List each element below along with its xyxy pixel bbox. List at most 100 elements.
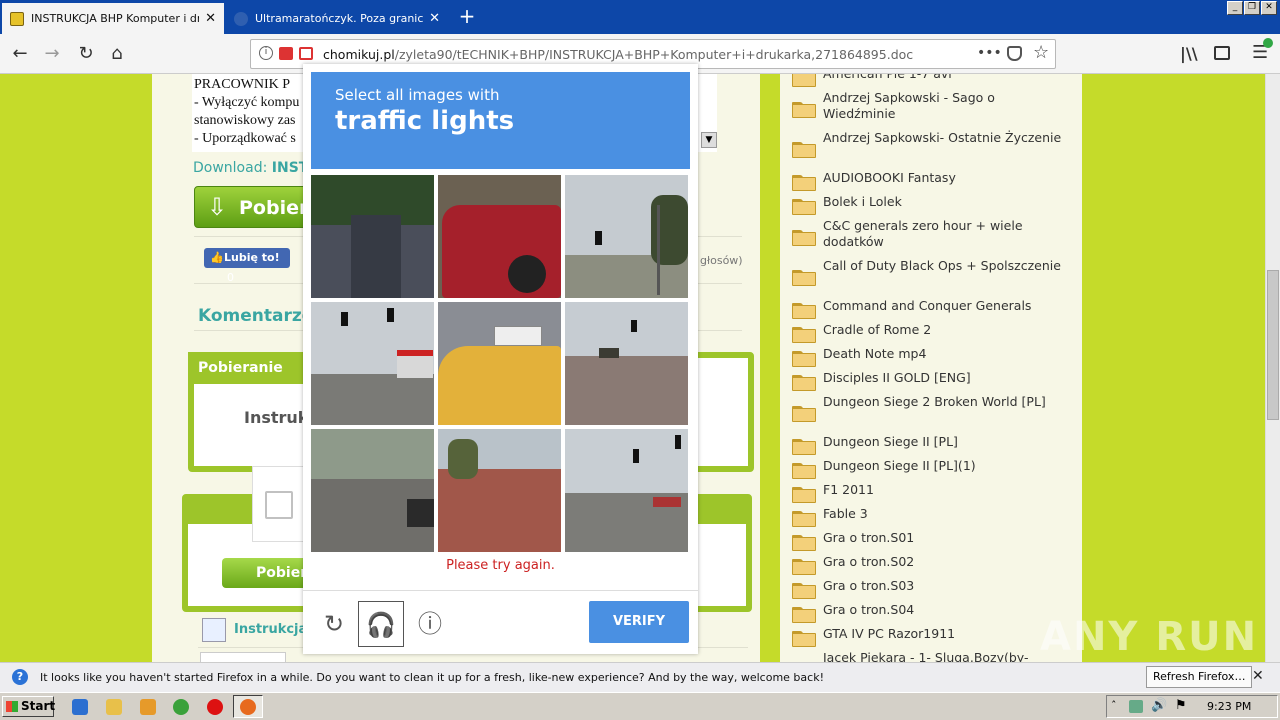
tab-title: Ultramaratończyk. Poza granicami [255,12,424,25]
folder-icon [792,74,816,87]
folder-item[interactable]: C&C generals zero hour + wiele dodatków [780,218,1082,258]
maximize-button[interactable]: ❐ [1244,1,1260,15]
folder-item[interactable]: Dungeon Siege II [PL] [780,434,1082,458]
sidebar-icon[interactable] [1214,46,1230,60]
volume-icon[interactable]: 🔊 [1151,698,1167,713]
folder-icon [792,301,816,319]
home-button[interactable]: ⌂ [103,40,131,68]
new-tab-button[interactable]: + [455,4,479,30]
captcha-error: Please try again. [446,558,555,573]
folder-item[interactable]: GTA IV PC Razor1911 [780,626,1082,650]
page-scrollbar[interactable] [1265,74,1280,662]
folder-item[interactable]: Command and Conquer Generals [780,298,1082,322]
folder-icon [792,173,816,191]
facebook-like-button[interactable]: 👍 Lubię to! 0 [204,248,290,284]
folder-item[interactable]: Dungeon Siege II [PL](1) [780,458,1082,482]
folder-label: GTA IV PC Razor1911 [823,626,956,641]
url-text: chomikuj.pl/zyleta90/tECHNIK+BHP/INSTRUK… [323,47,913,62]
folder-item[interactable]: Disciples II GOLD [ENG] [780,370,1082,394]
checkbox-card [252,466,306,542]
captcha-tile-3[interactable] [565,175,688,298]
folder-item[interactable]: Andrzej Sapkowski- Ostatnie Życzenie [780,130,1082,170]
network-icon[interactable] [1129,700,1143,713]
votes-text: głosów) [700,254,743,267]
folder-icon [792,325,816,343]
firefox-icon [240,699,256,715]
info-icon[interactable]: i [259,46,273,60]
audio-challenge-icon[interactable]: 🎧 [358,601,404,647]
library-icon[interactable]: |\\ [1180,44,1198,63]
captcha-tile-9[interactable] [565,429,688,552]
clock: 9:23 PM [1207,700,1252,713]
folder-item[interactable]: Gra o tron.S01 [780,530,1082,554]
insecure-lock-icon[interactable] [299,47,313,60]
chrome-icon[interactable] [173,699,189,715]
folder-icon [792,437,816,455]
start-button[interactable]: Start [2,696,55,717]
preview-scroll-down[interactable]: ▼ [701,132,717,148]
folder-item[interactable]: Andrzej Sapkowski - Sago o Wiedźminie [780,90,1082,130]
refresh-firefox-button[interactable]: Refresh Firefox… [1146,666,1253,688]
folder-item[interactable]: Cradle of Rome 2 [780,322,1082,346]
pocket-icon[interactable] [1007,46,1022,61]
captcha-checkbox[interactable] [265,491,293,519]
close-tab-icon[interactable]: ✕ [429,11,440,26]
reload-challenge-icon[interactable]: ↻ [311,601,357,647]
close-window-button[interactable]: ✕ [1261,1,1277,15]
firefox-taskbar-button[interactable] [233,695,263,718]
captcha-tile-1[interactable] [311,175,434,298]
ie-icon[interactable] [72,699,88,715]
folder-item[interactable]: F1 2011 [780,482,1082,506]
folder-icon [792,485,816,503]
folder-item[interactable]: AUDIOBOOKI Fantasy [780,170,1082,194]
captcha-tile-2[interactable] [438,175,561,298]
folder-item[interactable]: Death Note mp4 [780,346,1082,370]
folder-item[interactable]: Gra o tron.S02 [780,554,1082,578]
firefox-notification-bar: ? It looks like you haven't started Fire… [0,662,1280,692]
opera-icon[interactable] [207,699,223,715]
recaptcha-challenge: Select all images with traffic lights Pl… [303,64,698,654]
thumbs-up-icon: 👍 [210,251,224,264]
folder-item[interactable]: Call of Duty Black Ops + Spolszczenie [780,258,1082,298]
close-tab-icon[interactable]: ✕ [205,11,216,26]
bookmark-star-icon[interactable]: ☆ [1033,42,1049,63]
folder-item[interactable]: Jacek Piekara - 1- Sluga.Bozy(by-tomson) [780,650,1082,662]
tray-expand-icon[interactable]: ˆ [1111,699,1117,712]
folder-label: AUDIOBOOKI Fantasy [823,170,956,185]
pobierz-button[interactable]: ⇩ Pobier [194,186,314,228]
folder-label: F1 2011 [823,482,874,497]
folder-item[interactable]: Gra o tron.S03 [780,578,1082,602]
captcha-tile-5[interactable] [438,302,561,425]
back-button[interactable]: ← [6,40,34,68]
reload-button[interactable]: ↻ [72,40,100,68]
file-thumbnail [200,652,286,662]
folder-item[interactable]: Bolek i Lolek [780,194,1082,218]
captcha-tile-7[interactable] [311,429,434,552]
help-info-icon[interactable]: ⓘ [407,601,453,647]
captcha-tile-8[interactable] [438,429,561,552]
minimize-button[interactable]: _ [1227,1,1243,15]
comments-heading: Komentarze: [198,306,321,326]
verify-button[interactable]: VERIFY [589,601,689,643]
folder-item[interactable]: Fable 3 [780,506,1082,530]
media-player-icon[interactable] [140,699,156,715]
close-notification-icon[interactable]: ✕ [1252,668,1264,684]
captcha-tile-6[interactable] [565,302,688,425]
folder-item[interactable]: American Pie 1-7 avi [780,74,1082,90]
folder-icon [792,228,816,246]
tab-instrukcja[interactable]: INSTRUKCJA BHP Komputer i druka ✕ [2,3,224,34]
folder-item[interactable]: Gra o tron.S04 [780,602,1082,626]
flag-icon[interactable]: ⚑ [1175,698,1187,713]
forward-button[interactable]: → [38,40,66,68]
folder-icon [792,373,816,391]
folder-item[interactable]: Dungeon Siege 2 Broken World [PL] [780,394,1082,434]
explorer-icon[interactable] [106,699,122,715]
tab-ultramaratonczyk[interactable]: Ultramaratończyk. Poza granicami ✕ [226,3,448,34]
folder-label: Bolek i Lolek [823,194,902,209]
scrollbar-thumb[interactable] [1267,270,1279,420]
file-link[interactable]: Instrukcja [234,622,307,637]
like-count: 0 [227,271,234,284]
captcha-tile-4[interactable] [311,302,434,425]
tracking-icon[interactable] [279,47,293,60]
page-actions-icon[interactable]: ••• [977,45,1002,61]
